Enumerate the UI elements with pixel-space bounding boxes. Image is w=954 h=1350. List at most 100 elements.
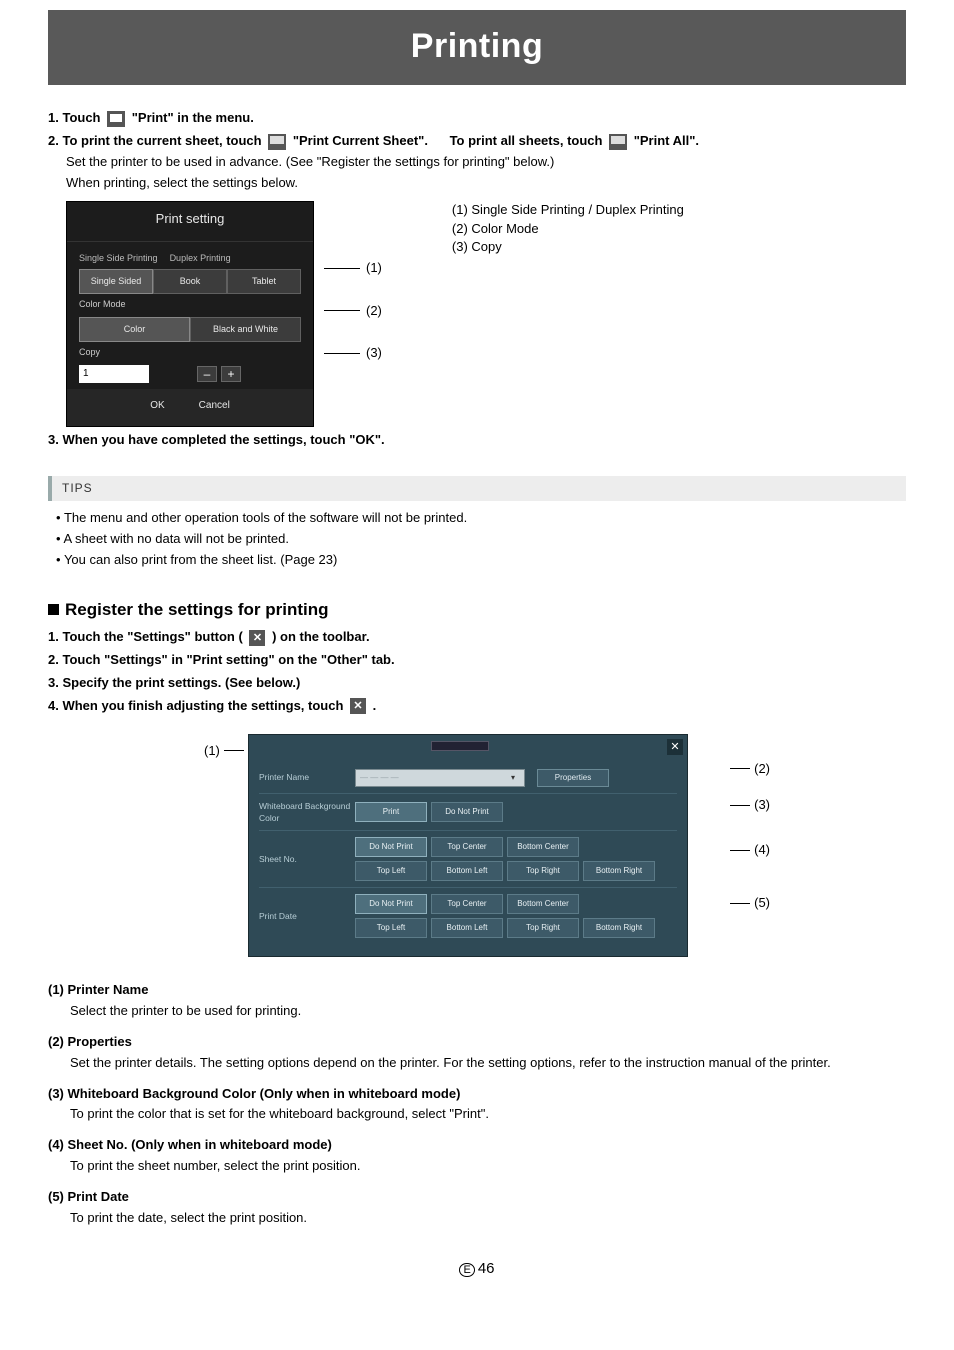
date-opt[interactable]: Bottom Center xyxy=(507,894,579,914)
callout-5: (5) xyxy=(754,894,770,913)
color-mode-label: Color Mode xyxy=(79,298,301,311)
date-opt[interactable]: Top Left xyxy=(355,918,427,938)
properties-button[interactable]: Properties xyxy=(537,769,609,787)
date-opt[interactable]: Top Center xyxy=(431,894,503,914)
callout-notes: (1) Single Side Printing / Duplex Printi… xyxy=(452,201,684,258)
step-text: Touch "Settings" in "Print setting" on t… xyxy=(62,652,394,667)
printer-dropdown[interactable]: — — — —▾ xyxy=(355,769,525,787)
step-text-pre: Touch xyxy=(62,110,104,125)
def-body: To print the sheet number, select the pr… xyxy=(70,1157,906,1176)
step-text: . xyxy=(373,698,377,713)
step-number: 2. xyxy=(48,652,59,667)
def-heading: (4) Sheet No. (Only when in whiteboard m… xyxy=(48,1136,906,1155)
sheet-opt[interactable]: Bottom Center xyxy=(507,837,579,857)
opt-bw[interactable]: Black and White xyxy=(190,317,301,342)
def-body: Select the printer to be used for printi… xyxy=(70,1002,906,1021)
sheet-opt[interactable]: Bottom Left xyxy=(431,861,503,881)
sheet-opt[interactable]: Do Not Print xyxy=(355,837,427,857)
body-text: Set the printer to be used in advance. (… xyxy=(66,153,906,172)
sheet-no-label: Sheet No. xyxy=(259,853,355,865)
sheet-opt[interactable]: Top Left xyxy=(355,861,427,881)
sheet-opt[interactable]: Top Center xyxy=(431,837,503,857)
copy-value[interactable]: 1 xyxy=(79,365,149,384)
sheet-opt[interactable]: Bottom Right xyxy=(583,861,655,881)
page-number-value: 46 xyxy=(478,1260,495,1277)
tab-duplex[interactable]: Duplex Printing xyxy=(170,252,231,265)
drag-handle-icon[interactable] xyxy=(431,741,489,751)
definitions-list: (1) Printer Name Select the printer to b… xyxy=(48,981,906,1227)
print-setting-dialog: Print setting Single Side Printing Duple… xyxy=(66,201,314,427)
step2b-pre: To print all sheets, touch xyxy=(450,133,607,148)
def-heading: (2) Properties xyxy=(48,1033,906,1052)
step-text: ) on the toolbar. xyxy=(272,629,370,644)
page-number: E 46 xyxy=(48,1258,906,1280)
copy-minus-button[interactable]: – xyxy=(197,366,217,382)
date-opt[interactable]: Top Right xyxy=(507,918,579,938)
step-text: Touch the "Settings" button ( xyxy=(62,629,242,644)
page-e-badge: E xyxy=(459,1263,474,1277)
bullet-square-icon xyxy=(48,604,59,615)
close-icon xyxy=(350,698,366,714)
def-heading: (1) Printer Name xyxy=(48,981,906,1000)
tips-list: The menu and other operation tools of th… xyxy=(56,509,906,570)
step-3: 3. When you have completed the settings,… xyxy=(48,432,385,447)
def-heading: (3) Whiteboard Background Color (Only wh… xyxy=(48,1085,906,1104)
ok-button[interactable]: OK xyxy=(150,399,164,414)
print-current-icon xyxy=(268,134,286,150)
bg-print-button[interactable]: Print xyxy=(355,802,427,822)
opt-tablet[interactable]: Tablet xyxy=(227,269,301,294)
bg-color-label: Whiteboard Background Color xyxy=(259,800,355,825)
step-number: 2. xyxy=(48,133,59,148)
date-opt[interactable]: Do Not Print xyxy=(355,894,427,914)
print-all-icon xyxy=(609,134,627,150)
sheet-opt[interactable]: Top Right xyxy=(507,861,579,881)
note-2: (2) Color Mode xyxy=(452,220,684,239)
callout-3: (3) xyxy=(754,796,770,815)
def-body: Set the printer details. The setting opt… xyxy=(70,1054,906,1073)
step-text-post: "Print Current Sheet". xyxy=(293,133,428,148)
step-number: 3. xyxy=(48,675,59,690)
dialog-close-button[interactable]: ✕ xyxy=(667,739,683,755)
step-number: 4. xyxy=(48,698,59,713)
note-3: (3) Copy xyxy=(452,238,684,257)
callout-3: (3) xyxy=(366,344,382,363)
callout-1: (1) xyxy=(366,259,382,278)
print-icon xyxy=(107,111,125,127)
def-heading: (5) Print Date xyxy=(48,1188,906,1207)
print-date-label: Print Date xyxy=(259,910,355,922)
cancel-button[interactable]: Cancel xyxy=(199,399,230,414)
date-opt[interactable]: Bottom Right xyxy=(583,918,655,938)
callout-1-left: (1) xyxy=(204,742,220,761)
print-settings-dialog: ✕ Printer Name — — — —▾ Properties White… xyxy=(248,734,688,958)
step2b-post: "Print All". xyxy=(634,133,699,148)
chapter-banner: Printing xyxy=(48,10,906,85)
tip-item: You can also print from the sheet list. … xyxy=(56,551,906,570)
tip-item: A sheet with no data will not be printed… xyxy=(56,530,906,549)
copy-plus-button[interactable]: + xyxy=(221,366,241,382)
close-icon xyxy=(249,630,265,646)
steps-list-b: 1. Touch the "Settings" button ( ) on th… xyxy=(48,628,906,715)
opt-single-sided[interactable]: Single Sided xyxy=(79,269,153,294)
tip-item: The menu and other operation tools of th… xyxy=(56,509,906,528)
step-number: 1. xyxy=(48,629,59,644)
step-text: When you finish adjusting the settings, … xyxy=(62,698,347,713)
copy-label: Copy xyxy=(79,346,301,359)
tips-heading: TIPS xyxy=(48,476,906,501)
step-text: Specify the print settings. (See below.) xyxy=(62,675,300,690)
callout-2: (2) xyxy=(366,302,382,321)
date-opt[interactable]: Bottom Left xyxy=(431,918,503,938)
def-body: To print the date, select the print posi… xyxy=(70,1209,906,1228)
step-number: 1. xyxy=(48,110,59,125)
def-body: To print the color that is set for the w… xyxy=(70,1105,906,1124)
tab-single-side[interactable]: Single Side Printing xyxy=(79,252,158,265)
callout-4: (4) xyxy=(754,841,770,860)
body-text: When printing, select the settings below… xyxy=(66,174,906,193)
dialog-title: Print setting xyxy=(67,202,313,242)
opt-book[interactable]: Book xyxy=(153,269,227,294)
step-text-pre: To print the current sheet, touch xyxy=(62,133,265,148)
bg-donotprint-button[interactable]: Do Not Print xyxy=(431,802,503,822)
opt-color[interactable]: Color xyxy=(79,317,190,342)
note-1: (1) Single Side Printing / Duplex Printi… xyxy=(452,201,684,220)
callout-2: (2) xyxy=(754,760,770,779)
section-heading: Register the settings for printing xyxy=(48,598,906,623)
